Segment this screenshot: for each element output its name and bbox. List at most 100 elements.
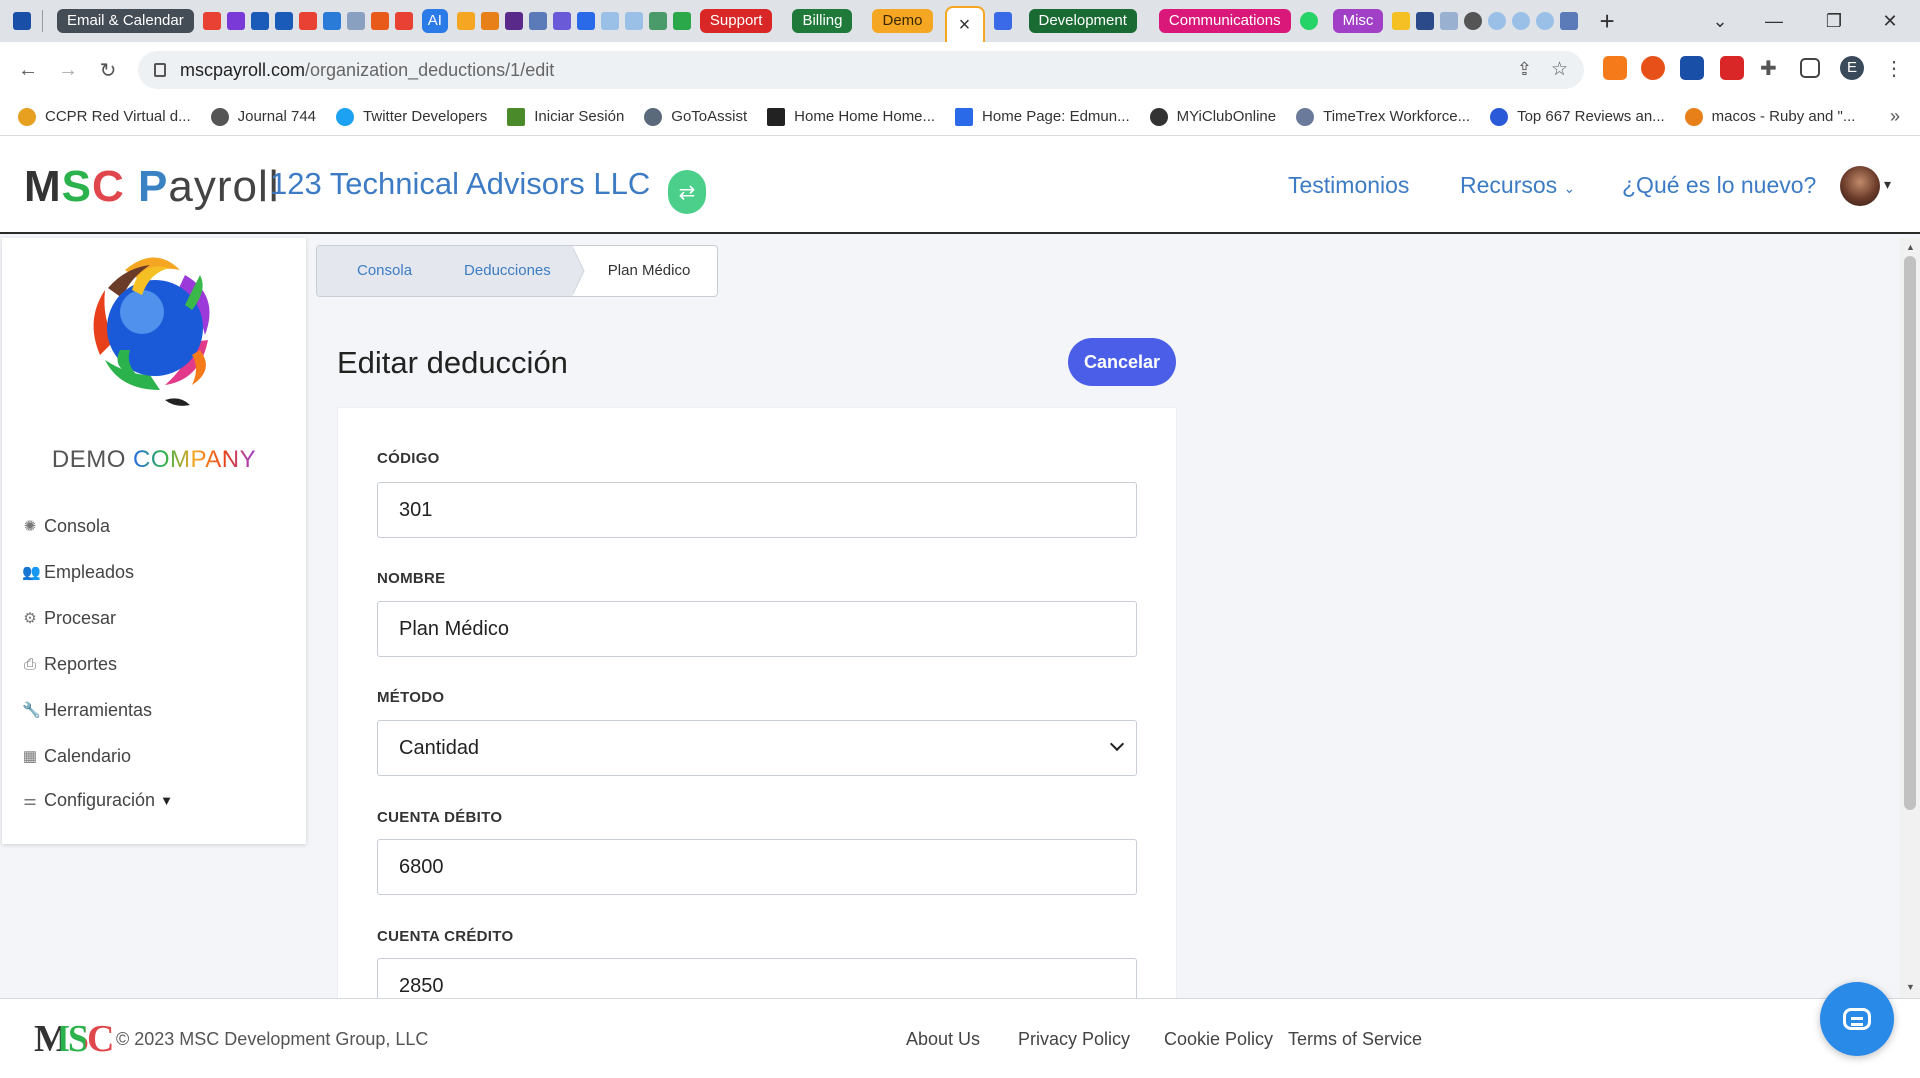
bookmark-item[interactable]: GoToAssist [644, 107, 747, 126]
cuenta-debito-field[interactable]: 6800 [377, 839, 1137, 895]
page-scrollbar[interactable]: ▲ ▼ [1900, 238, 1920, 998]
tab-favicon[interactable] [1536, 12, 1555, 30]
user-avatar[interactable] [1840, 166, 1880, 206]
tab-favicon[interactable] [226, 12, 245, 30]
tab-favicon[interactable] [1440, 12, 1459, 30]
tab-group-support[interactable]: Support [699, 9, 773, 33]
sidebar-item-calendario[interactable]: ▦ Calendario [22, 746, 131, 767]
bookmark-item[interactable]: Journal 744 [210, 107, 316, 126]
tab-favicon[interactable] [648, 12, 667, 30]
share-icon[interactable]: ⇪ [1517, 59, 1532, 80]
sidebar-item-procesar[interactable]: ⚙ Procesar [22, 608, 116, 629]
tab-favicon[interactable] [600, 12, 619, 30]
side-panel-icon[interactable] [1800, 58, 1820, 78]
tab-group-communications[interactable]: Communications [1158, 9, 1291, 33]
tab-favicon[interactable] [1392, 12, 1411, 30]
footer-link-cookie-policy[interactable]: Cookie Policy [1164, 1029, 1273, 1050]
tab-favicon[interactable] [322, 12, 341, 30]
bookmark-item[interactable]: macos - Ruby and "... [1684, 107, 1855, 126]
bookmark-star-icon[interactable]: ☆ [1551, 58, 1568, 81]
minimize-button[interactable]: — [1746, 0, 1802, 42]
browser-menu-icon[interactable]: ⋮ [1882, 56, 1906, 80]
footer-link-about-us[interactable]: About Us [906, 1029, 980, 1050]
tab-favicon[interactable] [504, 12, 523, 30]
bookmark-item[interactable]: CCPR Red Virtual d... [18, 107, 191, 126]
tab-favicon[interactable] [552, 12, 571, 30]
tab-group-demo[interactable]: Demo [872, 9, 933, 33]
nav-resources[interactable]: Recursos ⌄ [1460, 172, 1575, 199]
extensions-puzzle-icon[interactable]: ✚ [1760, 56, 1784, 80]
chevron-down-icon[interactable]: ▾ [1884, 176, 1891, 193]
tab-favicon[interactable] [250, 12, 269, 30]
tab-favicon[interactable] [1512, 12, 1531, 30]
bookmark-item[interactable]: Iniciar Sesión [507, 107, 624, 126]
gmail-icon[interactable] [394, 12, 413, 30]
tab-group-billing[interactable]: Billing [792, 9, 853, 33]
breadcrumb-consola[interactable]: Consola [317, 246, 443, 296]
msc-payroll-logo[interactable]: MSC Payroll [24, 162, 280, 212]
tab-favicon[interactable] [528, 12, 547, 30]
sidebar-item-consola[interactable]: ✺ Consola [22, 516, 110, 537]
organization-name[interactable]: 123 Technical Advisors LLC [270, 166, 650, 202]
footer-link-privacy-policy[interactable]: Privacy Policy [1018, 1029, 1130, 1050]
tab-group-ai[interactable]: AI [421, 9, 448, 33]
tab-favicon[interactable] [274, 12, 293, 30]
new-tab-button[interactable]: + [1599, 6, 1614, 37]
tab-favicon[interactable] [993, 12, 1012, 30]
sidebar-item-empleados[interactable]: 👥 Empleados [22, 562, 134, 583]
bookmark-item[interactable]: Home Home Home... [767, 107, 935, 126]
bookmark-item[interactable]: TimeTrex Workforce... [1296, 107, 1470, 126]
tab-favicon[interactable] [1464, 12, 1483, 30]
tab-favicon[interactable] [624, 12, 643, 30]
restore-button[interactable]: ❐ [1806, 0, 1862, 42]
tab-group-email-calendar[interactable]: Email & Calendar [57, 9, 194, 33]
nav-testimonials[interactable]: Testimonios [1288, 172, 1409, 199]
metodo-select[interactable]: Cantidad [377, 720, 1137, 776]
close-window-button[interactable]: ✕ [1862, 0, 1918, 42]
tab-favicon[interactable] [456, 12, 475, 30]
tab-favicon[interactable] [1488, 12, 1507, 30]
calendar-extension-icon[interactable] [1720, 56, 1744, 80]
codigo-field[interactable]: 301 [377, 482, 1137, 538]
tab-favicon[interactable] [1416, 12, 1435, 30]
cancel-button[interactable]: Cancelar [1068, 338, 1176, 386]
tab-favicon[interactable] [346, 12, 365, 30]
more-bookmarks-button[interactable]: » [1890, 106, 1900, 127]
active-tab-close-button[interactable]: × [944, 6, 985, 42]
office-icon[interactable] [370, 12, 389, 30]
footer-link-terms-of-service[interactable]: Terms of Service [1288, 1029, 1422, 1050]
bookmark-item[interactable]: Twitter Developers [336, 107, 487, 126]
extension-icon[interactable] [1641, 56, 1665, 80]
yoast-icon[interactable] [13, 12, 31, 30]
bookmark-item[interactable]: Top 667 Reviews an... [1490, 107, 1665, 126]
sidebar-item-configuracion[interactable]: ⚌ Configuración ▼ [22, 790, 173, 811]
tab-group-development[interactable]: Development [1028, 9, 1137, 33]
switch-organization-button[interactable]: ⇄ [668, 170, 706, 214]
breadcrumb-deducciones[interactable]: Deducciones [442, 246, 573, 296]
gmail-icon[interactable] [298, 12, 317, 30]
back-arrow-icon[interactable]: ← [8, 59, 48, 82]
lock-icon[interactable] [154, 63, 166, 77]
bookmark-item[interactable]: MYiClubOnline [1149, 107, 1276, 126]
sidebar-item-reportes[interactable]: ⎙ Reportes [22, 654, 117, 675]
tab-group-misc[interactable]: Misc [1332, 9, 1384, 33]
whatsapp-icon[interactable] [1299, 12, 1318, 30]
sidebar-item-herramientas[interactable]: 🔧 Herramientas [22, 700, 152, 721]
nav-whats-new[interactable]: ¿Qué es lo nuevo? [1622, 172, 1816, 199]
url-bar[interactable]: mscpayroll.com/organization_deductions/1… [138, 51, 1584, 89]
bookmark-item[interactable]: Home Page: Edmun... [955, 107, 1130, 126]
yoast-extension-icon[interactable] [1680, 56, 1704, 80]
tab-favicon[interactable] [480, 12, 499, 30]
flag-icon[interactable] [1560, 12, 1579, 30]
forward-arrow-icon[interactable]: → [48, 59, 88, 82]
nombre-field[interactable]: Plan Médico [377, 601, 1137, 657]
chat-widget-button[interactable] [1820, 982, 1894, 1056]
scroll-down-arrow-icon[interactable]: ▼ [1906, 982, 1915, 992]
gmail-icon[interactable] [202, 12, 221, 30]
scrollbar-thumb[interactable] [1904, 256, 1916, 810]
tab-search-chevron-icon[interactable]: ⌄ [1692, 0, 1748, 42]
tab-favicon[interactable] [672, 12, 691, 30]
hubspot-extension-icon[interactable] [1603, 56, 1627, 80]
tab-favicon[interactable] [576, 12, 595, 30]
reload-icon[interactable]: ↻ [88, 58, 128, 83]
